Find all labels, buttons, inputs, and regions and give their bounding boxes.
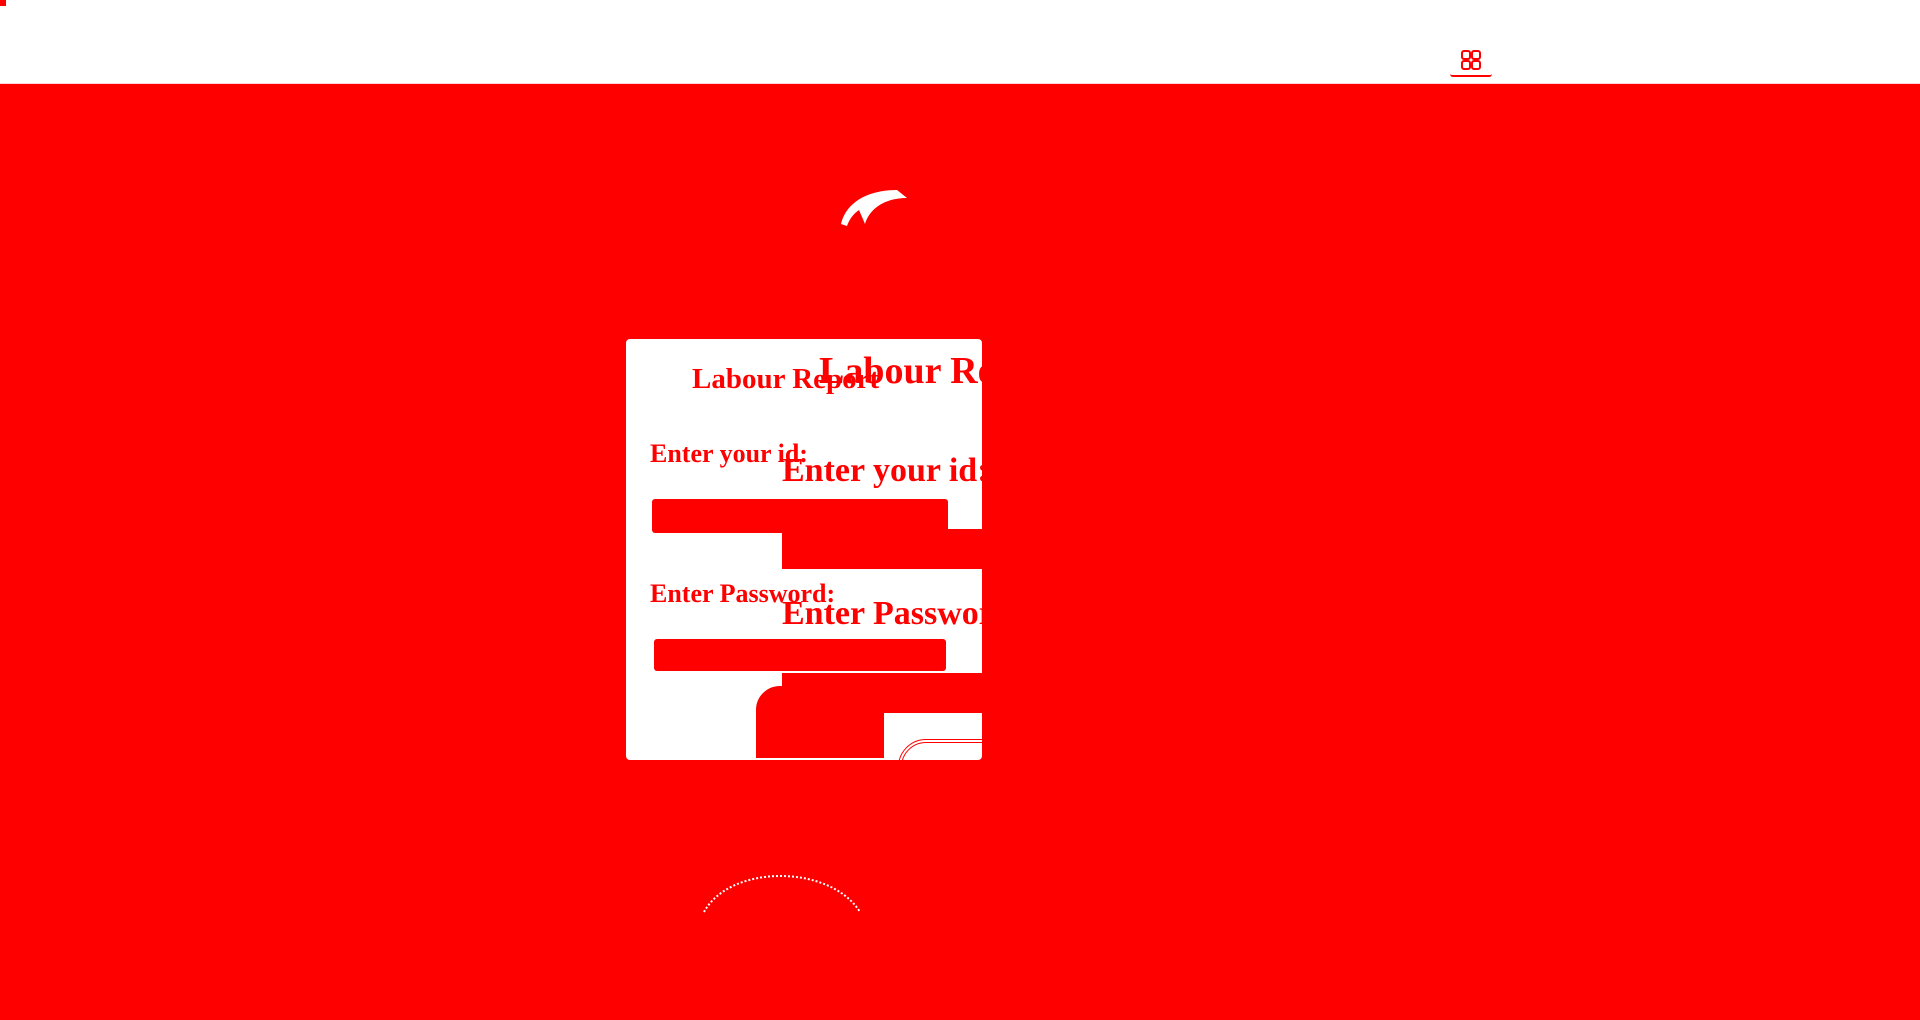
password-input[interactable] (654, 639, 946, 671)
corner-mark (0, 0, 6, 6)
password-label-echo: Enter Password: (782, 595, 982, 632)
submit-button[interactable] (756, 686, 884, 758)
id-input[interactable] (652, 499, 948, 533)
id-input-echo (782, 529, 982, 569)
id-label-echo: Enter your id: (782, 452, 982, 489)
card-title-echo: Labour Report (819, 350, 982, 392)
login-card: Labour Report Labour Report Enter your i… (626, 339, 982, 760)
swoosh-logo-icon (835, 180, 915, 240)
top-bar (0, 0, 1920, 84)
apps-grid-icon (1461, 50, 1481, 70)
bottom-spinner-arc (700, 856, 865, 916)
submit-button-echo (898, 739, 982, 760)
apps-button[interactable] (1450, 45, 1492, 77)
